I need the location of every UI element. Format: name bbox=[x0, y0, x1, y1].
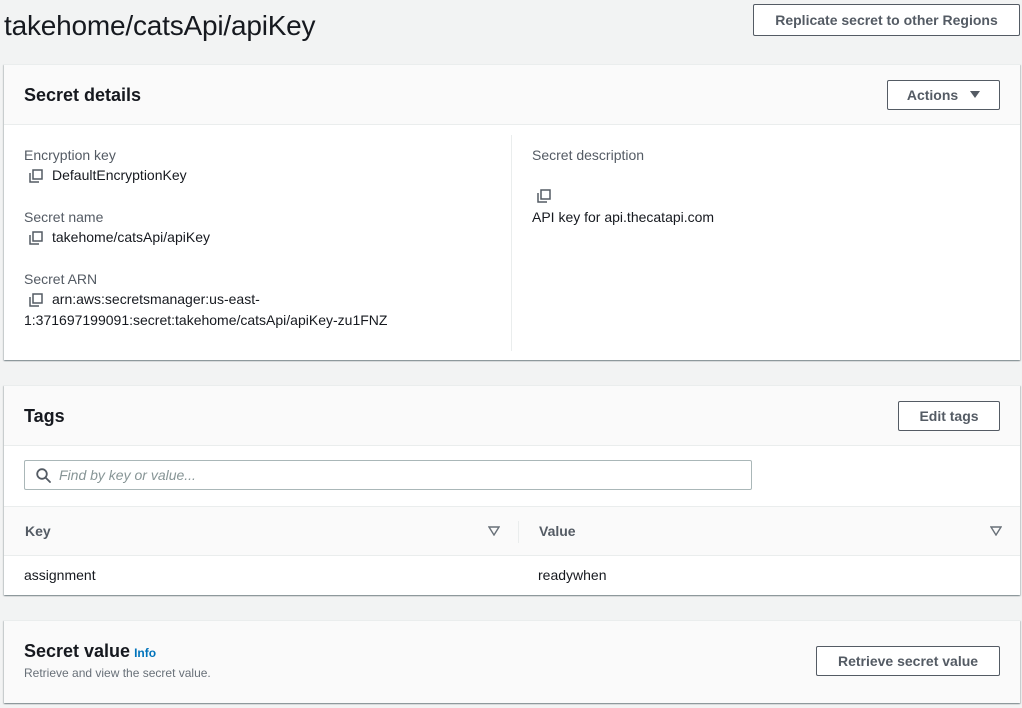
secret-value-panel: Secret value Info Retrieve and view the s… bbox=[4, 620, 1020, 703]
edit-tags-button[interactable]: Edit tags bbox=[898, 401, 1000, 431]
secret-details-header: Secret details Actions bbox=[4, 65, 1020, 125]
tags-header: Tags Edit tags bbox=[4, 386, 1020, 446]
column-divider bbox=[511, 135, 512, 351]
secret-details-title: Secret details bbox=[24, 85, 142, 105]
sort-icon[interactable] bbox=[488, 526, 500, 536]
tag-key-cell: assignment bbox=[24, 567, 96, 583]
secret-name-label: Secret name bbox=[24, 209, 104, 225]
column-header-key[interactable]: Key bbox=[25, 523, 51, 539]
sort-icon[interactable] bbox=[990, 526, 1002, 536]
secret-description-value: API key for api.thecatapi.com bbox=[532, 209, 715, 225]
secret-details-panel: Secret details Actions Encryption key De… bbox=[4, 64, 1020, 360]
tags-search-box[interactable] bbox=[24, 460, 752, 490]
column-header-value[interactable]: Value bbox=[539, 523, 576, 539]
copy-icon[interactable] bbox=[29, 231, 43, 245]
actions-button[interactable]: Actions bbox=[887, 80, 1000, 110]
replicate-secret-button[interactable]: Replicate secret to other Regions bbox=[753, 4, 1020, 36]
encryption-key-label: Encryption key bbox=[24, 147, 116, 163]
column-divider bbox=[518, 521, 519, 543]
encryption-key-value: DefaultEncryptionKey bbox=[52, 167, 187, 183]
secret-arn-label: Secret ARN bbox=[24, 271, 98, 287]
info-link[interactable]: Info bbox=[134, 646, 156, 660]
secret-arn-value-line1: arn:aws:secretsmanager:us-east- bbox=[52, 291, 260, 307]
search-icon bbox=[36, 468, 51, 483]
tags-table-header: Key Value bbox=[4, 506, 1020, 556]
copy-icon[interactable] bbox=[29, 169, 43, 183]
secret-description-label: Secret description bbox=[532, 147, 645, 163]
secret-value-title-text: Secret value bbox=[24, 641, 131, 661]
tag-value-cell: readywhen bbox=[538, 567, 607, 583]
tags-title: Tags bbox=[24, 406, 65, 426]
secret-value-title: Secret value Info bbox=[24, 641, 156, 662]
secret-name-value: takehome/catsApi/apiKey bbox=[52, 229, 210, 245]
secret-value-subtitle: Retrieve and view the secret value. bbox=[24, 666, 211, 680]
copy-icon[interactable] bbox=[537, 189, 551, 203]
page-title: takehome/catsApi/apiKey bbox=[4, 10, 316, 41]
copy-icon[interactable] bbox=[29, 293, 43, 307]
tags-search-input[interactable] bbox=[59, 461, 739, 489]
secret-arn-value-line2: 1:371697199091:secret:takehome/catsApi/a… bbox=[24, 312, 388, 328]
actions-button-label: Actions bbox=[906, 87, 959, 103]
caret-down-icon bbox=[970, 91, 981, 98]
retrieve-secret-value-button[interactable]: Retrieve secret value bbox=[816, 646, 1000, 676]
tags-panel: Tags Edit tags Key Value assignment read… bbox=[4, 385, 1020, 595]
